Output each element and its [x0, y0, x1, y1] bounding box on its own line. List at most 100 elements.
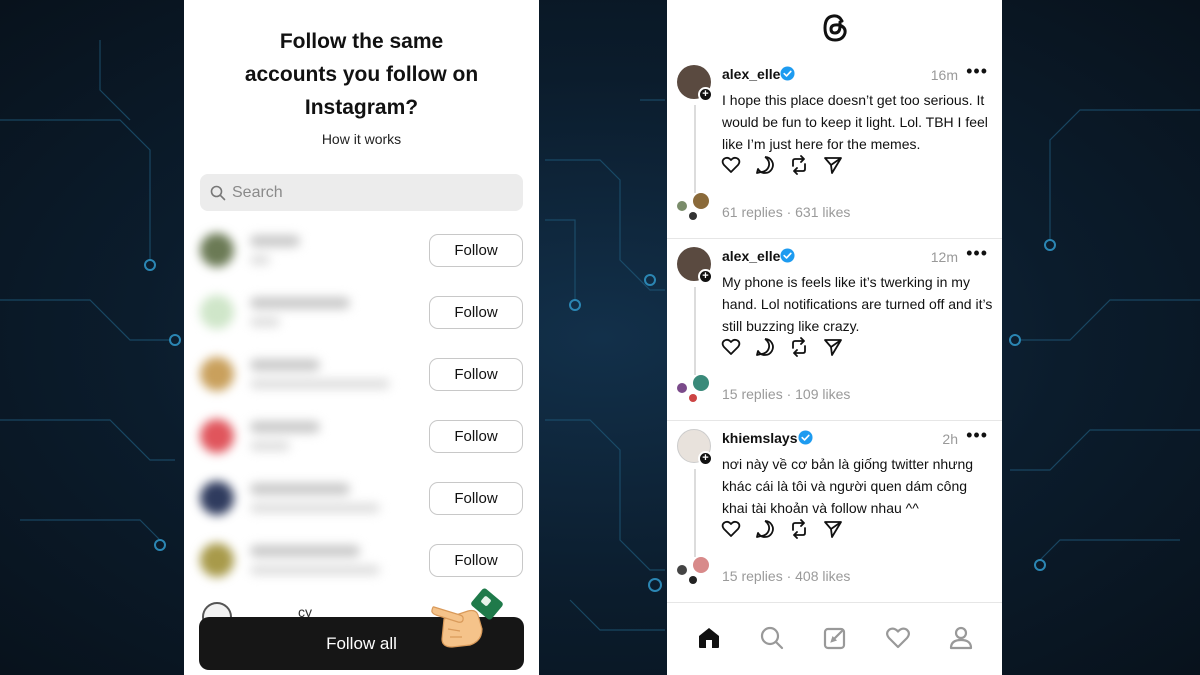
- reply-icon[interactable]: [755, 155, 775, 175]
- blurred-fullname: [250, 255, 270, 265]
- post-actions: [721, 155, 843, 175]
- post-time: 2h: [942, 431, 958, 447]
- post-actions: [721, 337, 843, 357]
- feed-post: + alex_elle 12m ••• My phone is feels li…: [667, 239, 1002, 421]
- follow-button[interactable]: Follow: [429, 482, 523, 515]
- compose-icon[interactable]: [822, 625, 848, 651]
- like-icon[interactable]: [721, 155, 741, 175]
- post-stats[interactable]: 61 replies · 631 likes: [722, 204, 850, 220]
- profile-icon[interactable]: [948, 625, 974, 651]
- more-options-icon[interactable]: •••: [966, 425, 988, 446]
- thread-line: [694, 469, 696, 557]
- reply-avatars: [675, 557, 715, 589]
- follow-button[interactable]: Follow: [429, 234, 523, 267]
- heart-icon[interactable]: [885, 625, 911, 651]
- post-text: I hope this place doesn’t get too seriou…: [722, 92, 988, 152]
- mini-avatar: [677, 201, 687, 211]
- avatar: [200, 233, 234, 267]
- home-icon[interactable]: [696, 625, 722, 651]
- blurred-fullname: [250, 503, 380, 513]
- verified-badge-icon: [780, 248, 795, 263]
- post-stats[interactable]: 15 replies · 408 likes: [722, 568, 850, 584]
- bottom-navigation: [667, 610, 1002, 665]
- blurred-fullname: [250, 379, 390, 389]
- thread-line: [694, 287, 696, 375]
- search-icon: [210, 185, 226, 200]
- instagram-import-screen: Follow the same accounts you follow on I…: [184, 0, 539, 675]
- account-row: Follow: [184, 219, 539, 281]
- blurred-username: [250, 359, 320, 371]
- follow-button[interactable]: Follow: [429, 544, 523, 577]
- post-time: 16m: [930, 67, 958, 83]
- mini-avatar: [689, 576, 697, 584]
- avatar: [200, 419, 234, 453]
- thread-line: [694, 105, 696, 193]
- blurred-username: [250, 235, 300, 247]
- mini-avatar: [677, 565, 687, 575]
- share-icon[interactable]: [823, 337, 843, 357]
- account-list: Follow Follow Follow Follow Follow Follo…: [184, 219, 539, 591]
- avatar: [200, 295, 234, 329]
- blurred-account-info: [194, 287, 434, 337]
- follow-plus-icon[interactable]: +: [698, 451, 713, 466]
- reply-avatars: [675, 375, 715, 407]
- follow-button[interactable]: Follow: [429, 420, 523, 453]
- post-time: 12m: [930, 249, 958, 265]
- follow-button[interactable]: Follow: [429, 358, 523, 391]
- post-text: My phone is feels like it’s twerking in …: [722, 274, 993, 334]
- reply-icon[interactable]: [755, 337, 775, 357]
- search-bar[interactable]: [200, 174, 523, 211]
- share-icon[interactable]: [823, 519, 843, 539]
- circuit-lines: [0, 40, 1200, 631]
- account-row: Follow: [184, 405, 539, 467]
- more-options-icon[interactable]: •••: [966, 61, 988, 82]
- post-stats[interactable]: 15 replies · 109 likes: [722, 386, 850, 402]
- how-it-works-link[interactable]: How it works: [184, 131, 539, 147]
- feed-post: + khiemslays 2h ••• nơi này về cơ bản là…: [667, 421, 1002, 603]
- blurred-account-info: [194, 349, 434, 399]
- follow-button[interactable]: Follow: [429, 296, 523, 329]
- mini-avatar: [693, 375, 709, 391]
- blurred-fullname: [250, 565, 380, 575]
- mini-avatar: [693, 193, 709, 209]
- account-row: Follow: [184, 529, 539, 591]
- like-icon[interactable]: [721, 337, 741, 357]
- account-row: Follow: [184, 467, 539, 529]
- follow-plus-icon[interactable]: +: [698, 87, 713, 102]
- mini-avatar: [689, 212, 697, 220]
- like-icon[interactable]: [721, 519, 741, 539]
- threads-logo-icon: [823, 14, 847, 42]
- share-icon[interactable]: [823, 155, 843, 175]
- post-username[interactable]: alex_elle: [722, 248, 780, 264]
- avatar: [200, 481, 234, 515]
- blurred-username: [250, 421, 320, 433]
- threads-feed-screen: + alex_elle 16m ••• I hope this place do…: [667, 0, 1002, 675]
- account-row: Follow: [184, 281, 539, 343]
- repost-icon[interactable]: [789, 337, 809, 357]
- account-row: Follow: [184, 343, 539, 405]
- blurred-account-info: [194, 473, 434, 523]
- search-input[interactable]: [232, 183, 492, 202]
- blurred-username: [250, 545, 360, 557]
- repost-icon[interactable]: [789, 155, 809, 175]
- blurred-fullname: [250, 317, 280, 327]
- avatar: [200, 357, 234, 391]
- blurred-username: [250, 297, 350, 309]
- verified-badge-icon: [798, 430, 813, 445]
- follow-plus-icon[interactable]: +: [698, 269, 713, 284]
- blurred-account-info: [194, 535, 434, 585]
- repost-icon[interactable]: [789, 519, 809, 539]
- blurred-account-info: [194, 411, 434, 461]
- post-username[interactable]: khiemslays: [722, 430, 798, 446]
- more-options-icon[interactable]: •••: [966, 243, 988, 264]
- blurred-account-info: [194, 225, 434, 275]
- avatar: [200, 543, 234, 577]
- circuit-background: [0, 0, 1200, 675]
- search-icon[interactable]: [759, 625, 785, 651]
- post-username[interactable]: alex_elle: [722, 66, 780, 82]
- mini-avatar: [693, 557, 709, 573]
- pointing-hand-icon: [431, 588, 503, 648]
- post-actions: [721, 519, 843, 539]
- reply-icon[interactable]: [755, 519, 775, 539]
- blurred-username: [250, 483, 350, 495]
